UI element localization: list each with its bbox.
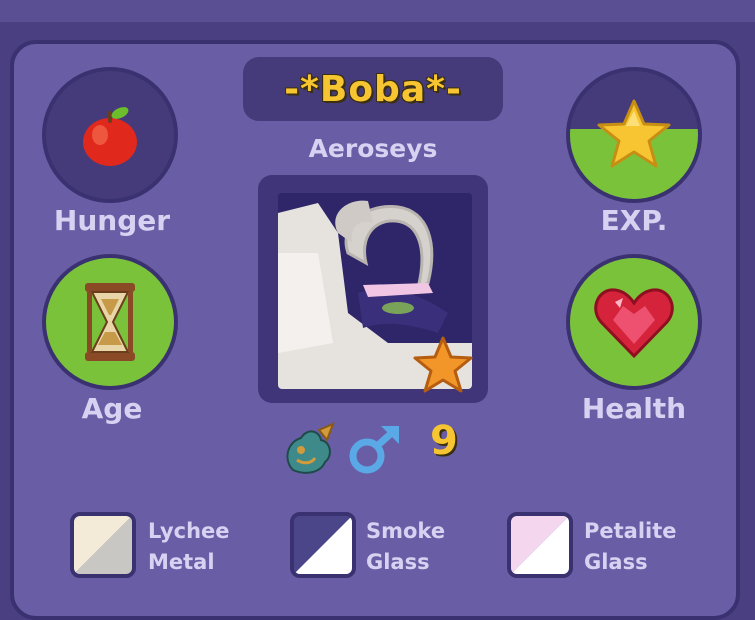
age-label: Age xyxy=(81,392,143,425)
exp-label: EXP. xyxy=(600,204,668,237)
swatch-petalite-glass[interactable] xyxy=(507,512,573,578)
health-meter[interactable] xyxy=(566,254,702,390)
swatch-lychee-metal[interactable] xyxy=(70,512,136,578)
heart-icon xyxy=(594,288,674,359)
pet-species: Aeroseys xyxy=(308,134,438,163)
age-meter[interactable] xyxy=(42,254,178,390)
hunger-meter[interactable] xyxy=(42,67,178,203)
exp-meter[interactable] xyxy=(566,67,702,203)
pet-name: -*Boba*- xyxy=(284,68,462,110)
pet-portrait-frame[interactable] xyxy=(258,175,488,403)
swatch-label-petalite-glass: Petalite Glass xyxy=(584,516,677,578)
pet-name-plate[interactable]: -*Boba*- xyxy=(243,57,503,121)
swatch-label-line2: Glass xyxy=(366,550,430,574)
swatch-smoke-glass[interactable] xyxy=(290,512,356,578)
swatch-colors xyxy=(294,516,352,574)
pet-level: 9 xyxy=(430,418,458,464)
swatch-label-line2: Glass xyxy=(584,550,648,574)
apple-icon xyxy=(83,107,137,166)
swatch-label-line1: Lychee xyxy=(148,519,230,543)
hunger-label: Hunger xyxy=(53,204,171,237)
swatch-label-line2: Metal xyxy=(148,550,215,574)
swatch-label-line1: Smoke xyxy=(366,519,446,543)
health-label: Health xyxy=(581,392,687,425)
swatch-colors xyxy=(74,516,132,574)
star-icon xyxy=(597,99,671,168)
swatch-colors xyxy=(511,516,569,574)
top-bar xyxy=(0,0,755,22)
male-icon xyxy=(349,426,399,474)
swatch-label-line1: Petalite xyxy=(584,519,677,543)
dragon-icon[interactable] xyxy=(275,420,337,480)
swatch-label-lychee-metal: Lychee Metal xyxy=(148,516,230,578)
star-badge-icon xyxy=(413,336,473,393)
hourglass-icon xyxy=(85,283,135,361)
swatch-label-smoke-glass: Smoke Glass xyxy=(366,516,445,578)
